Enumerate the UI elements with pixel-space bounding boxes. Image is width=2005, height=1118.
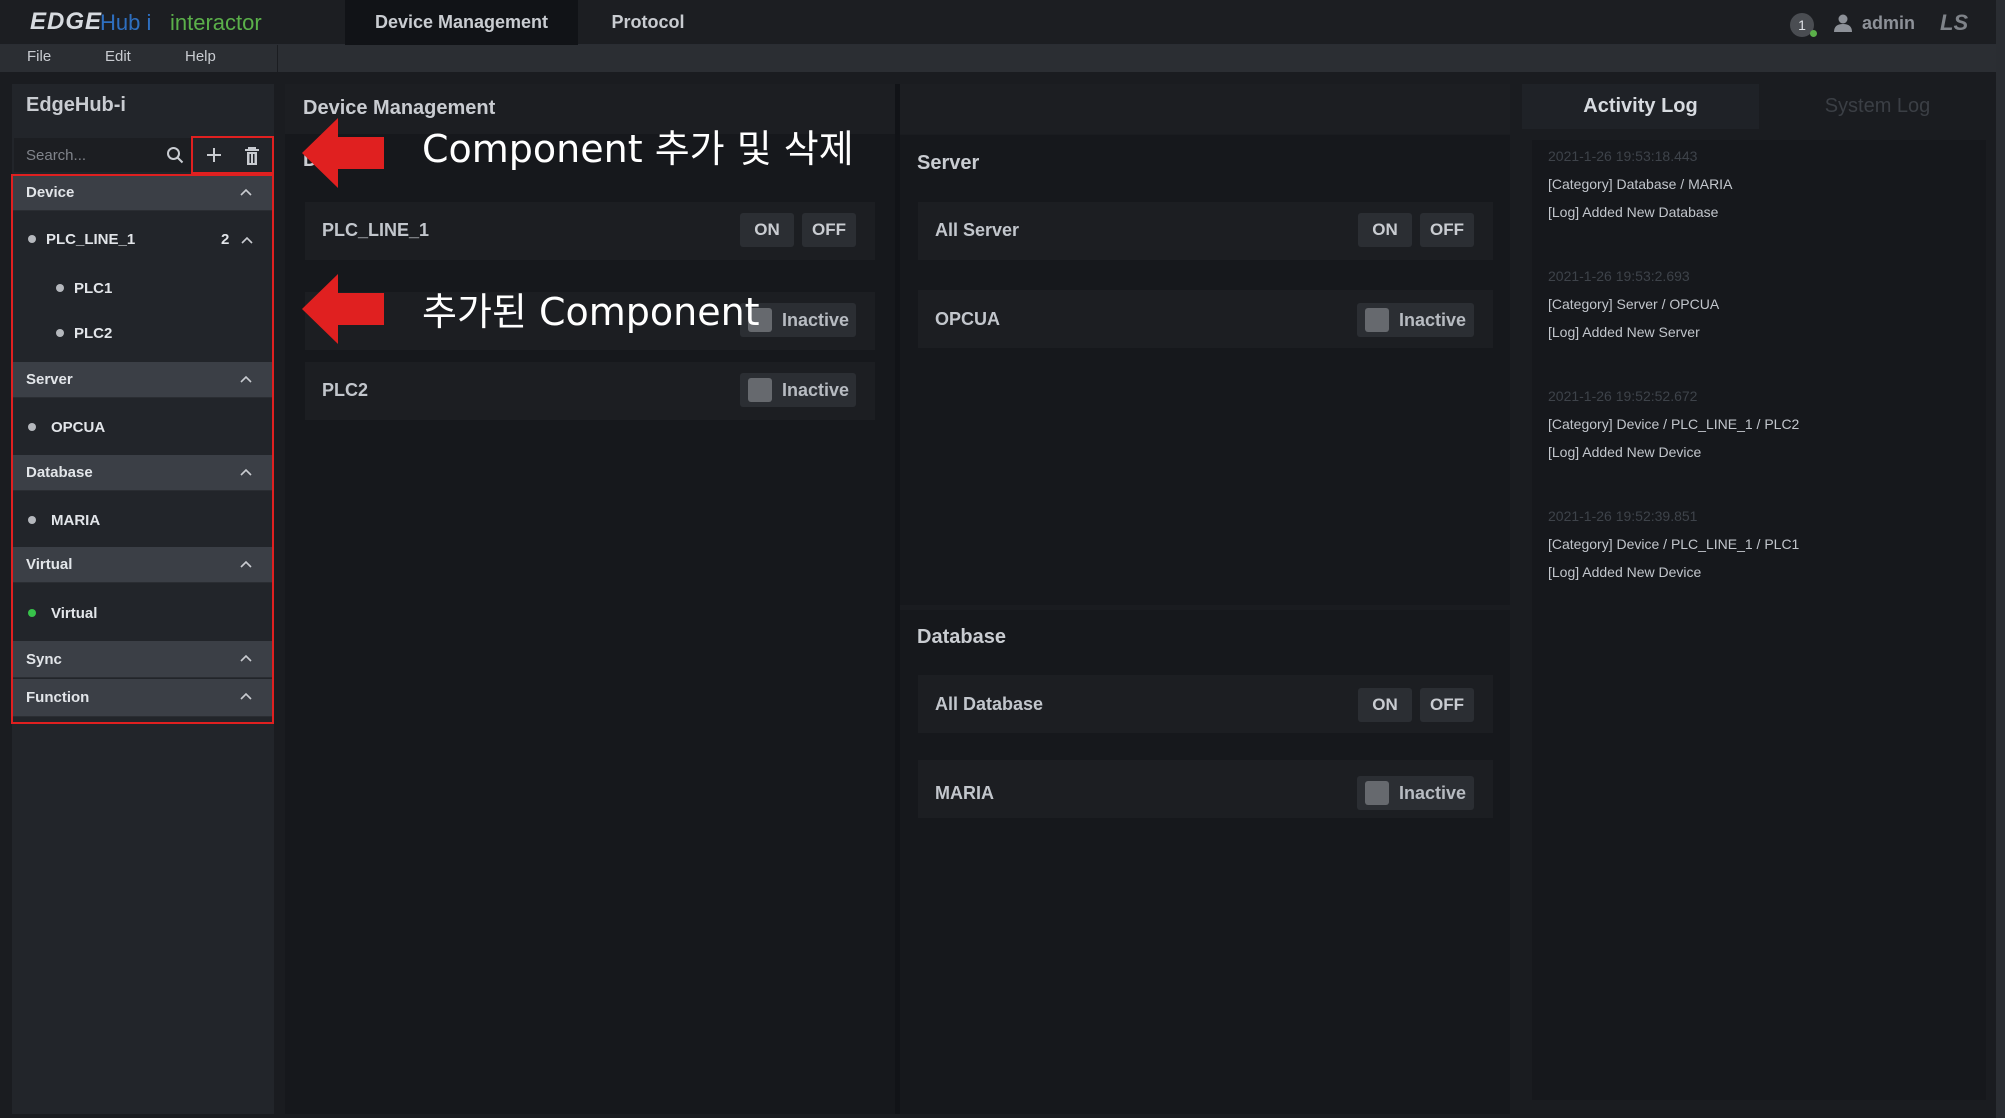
server-section-title: Server [917, 152, 980, 174]
row-label: PLC_LINE_1 [322, 220, 430, 240]
company-logo: LS [1940, 10, 1969, 35]
window-edge [1996, 0, 2005, 1118]
log-message: [Log] Added New Device [1548, 444, 1702, 460]
menu-help[interactable]: Help [185, 48, 216, 65]
toggle-label: Inactive [782, 309, 850, 330]
menu-divider [277, 45, 278, 72]
status-toggle[interactable]: Inactive [740, 373, 856, 407]
highlight-box-actions [191, 136, 274, 174]
app-logo: EDGE Hub i interactor [0, 0, 278, 45]
toggle-label: Inactive [1399, 782, 1467, 803]
log-timestamp: 2021-1-26 19:53:18.443 [1548, 148, 1698, 164]
arrow-left-icon [302, 274, 384, 344]
sidebar-title: EdgeHub-i [26, 94, 126, 116]
row-label: OPCUA [935, 309, 1001, 329]
log-list [1532, 140, 1986, 1100]
panel-divider [895, 84, 900, 1114]
search-icon[interactable] [166, 146, 184, 164]
row-label: All Server [935, 220, 1020, 240]
search-placeholder: Search... [26, 147, 87, 164]
log-timestamp: 2021-1-26 19:52:52.672 [1548, 388, 1698, 404]
status-toggle[interactable]: Inactive [1357, 303, 1474, 337]
on-button[interactable]: ON [1358, 213, 1412, 247]
log-message: [Log] Added New Database [1548, 204, 1719, 220]
log-category: [Category] Server / OPCUA [1548, 296, 1720, 312]
log-message: [Log] Added New Device [1548, 564, 1702, 580]
logo-interactor: interactor [170, 10, 262, 35]
row-label: MARIA [935, 783, 994, 803]
row-label: All Database [935, 694, 1044, 714]
off-button[interactable]: OFF [1420, 688, 1474, 722]
log-category: [Category] Database / MARIA [1548, 176, 1733, 192]
off-button[interactable]: OFF [1420, 213, 1474, 247]
annotation-add-delete: Component 추가 및 삭제 [422, 127, 854, 171]
menu-edit[interactable]: Edit [105, 48, 131, 65]
highlight-box-tree [11, 174, 274, 724]
on-button[interactable]: ON [1358, 688, 1412, 722]
tab-system-log[interactable]: System Log [1759, 84, 1996, 129]
toggle-label: Inactive [1399, 309, 1467, 330]
logo-edge: EDGE [30, 8, 103, 35]
page-title: Device Management [303, 97, 496, 119]
annotation-added-component: 추가된 Component [422, 290, 760, 334]
top-bar [0, 0, 2005, 45]
log-message: [Log] Added New Server [1548, 324, 1700, 340]
notification-dot [1810, 30, 1817, 37]
status-toggle[interactable]: Inactive [1357, 776, 1474, 810]
user-icon [1834, 14, 1852, 32]
arrow-left-icon [302, 118, 384, 188]
tab-device-management[interactable]: Device Management [345, 0, 578, 45]
row-label: PLC2 [322, 380, 369, 400]
menu-bar [0, 45, 2005, 72]
database-section-title: Database [917, 626, 1006, 648]
off-button[interactable]: OFF [802, 213, 856, 247]
log-timestamp: 2021-1-26 19:53:2.693 [1548, 268, 1690, 284]
toggle-checkbox [1365, 781, 1389, 805]
toggle-checkbox [1365, 308, 1389, 332]
tab-activity-log[interactable]: Activity Log [1522, 84, 1759, 129]
tab-protocol[interactable]: Protocol [578, 0, 718, 45]
user-name[interactable]: admin [1862, 13, 1915, 34]
on-button[interactable]: ON [740, 213, 794, 247]
logo-hub: Hub i [100, 10, 152, 35]
toggle-label: Inactive [782, 379, 850, 400]
toggle-checkbox [748, 378, 772, 402]
log-category: [Category] Device / PLC_LINE_1 / PLC1 [1548, 536, 1800, 552]
menu-file[interactable]: File [27, 48, 51, 65]
log-timestamp: 2021-1-26 19:52:39.851 [1548, 508, 1698, 524]
log-category: [Category] Device / PLC_LINE_1 / PLC2 [1548, 416, 1800, 432]
